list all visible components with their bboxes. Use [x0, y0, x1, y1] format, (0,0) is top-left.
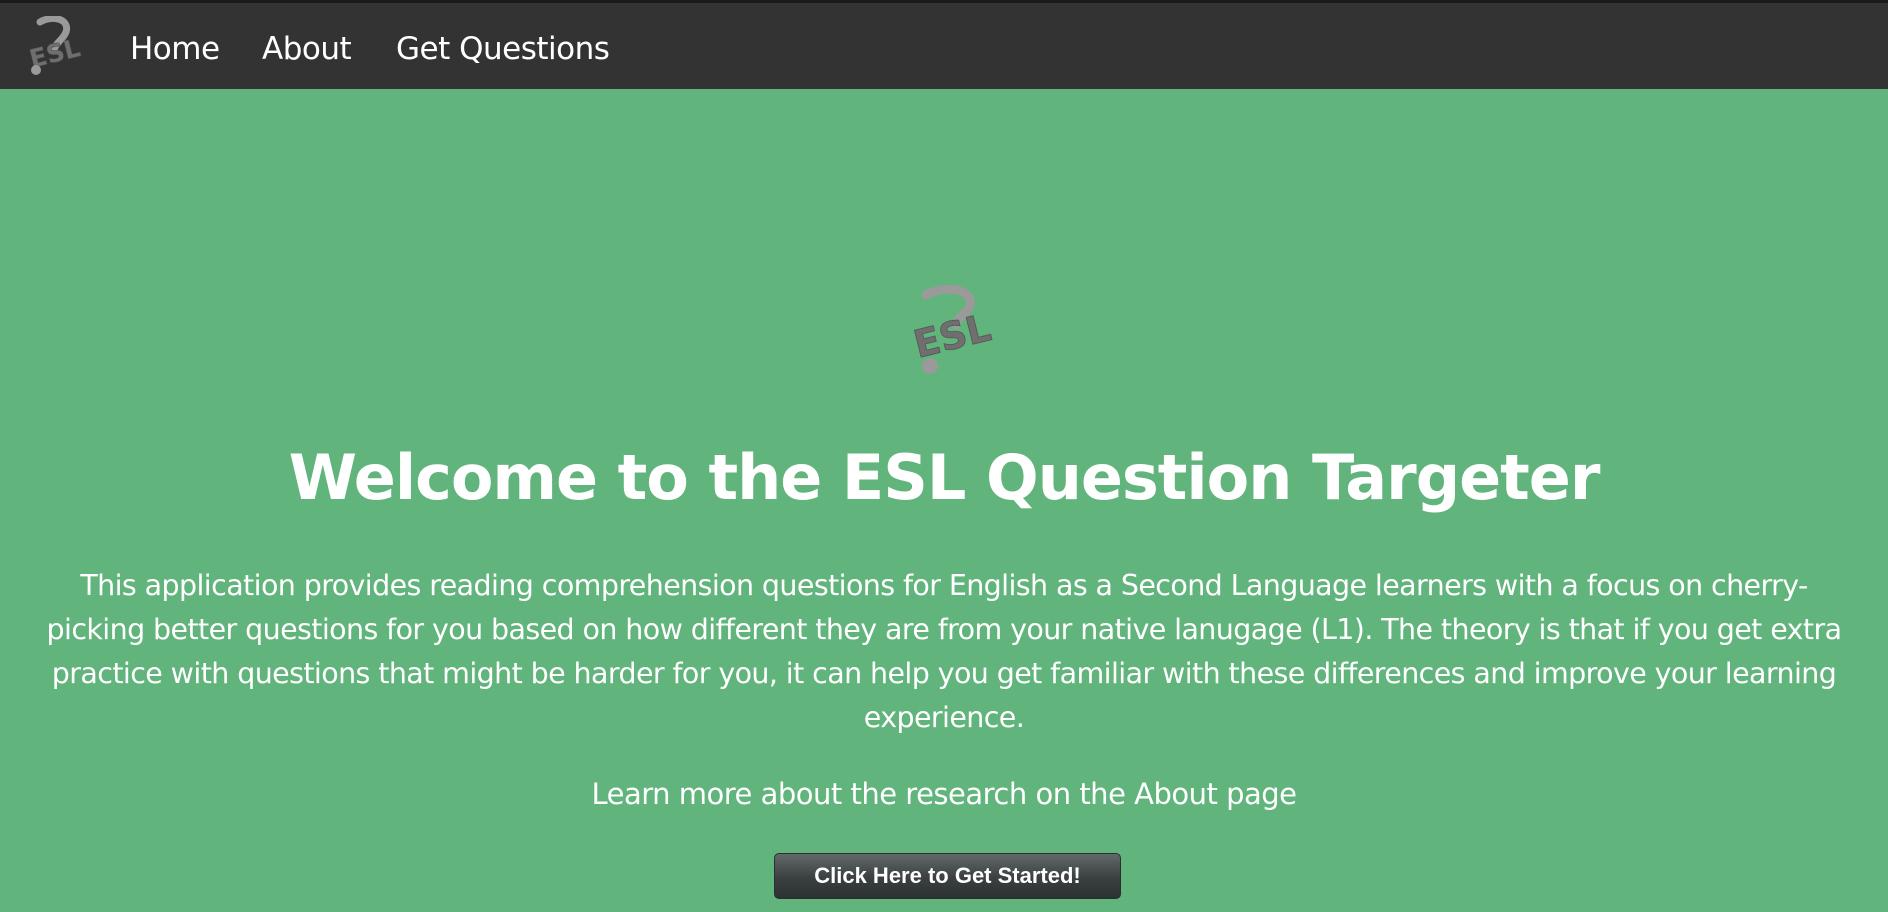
- esl-logo-text: ESL: [909, 305, 995, 366]
- nav-get-questions-link[interactable]: Get Questions: [396, 29, 610, 69]
- nav-about-link[interactable]: About: [262, 29, 352, 69]
- esl-logo-icon[interactable]: ESL: [26, 16, 82, 78]
- page-title: Welcome to the ESL Question Targeter: [288, 441, 1601, 514]
- intro-description: This application provides reading compre…: [46, 569, 1843, 734]
- get-started-button[interactable]: Click Here to Get Started!: [774, 853, 1121, 899]
- nav-home-link[interactable]: Home: [130, 29, 220, 69]
- top-navbar: ESL Home About Get Questions: [0, 0, 1888, 89]
- learn-more-text: Learn more about the research on the Abo…: [591, 777, 1297, 811]
- esl-hero-logo-icon: ESL: [909, 285, 996, 374]
